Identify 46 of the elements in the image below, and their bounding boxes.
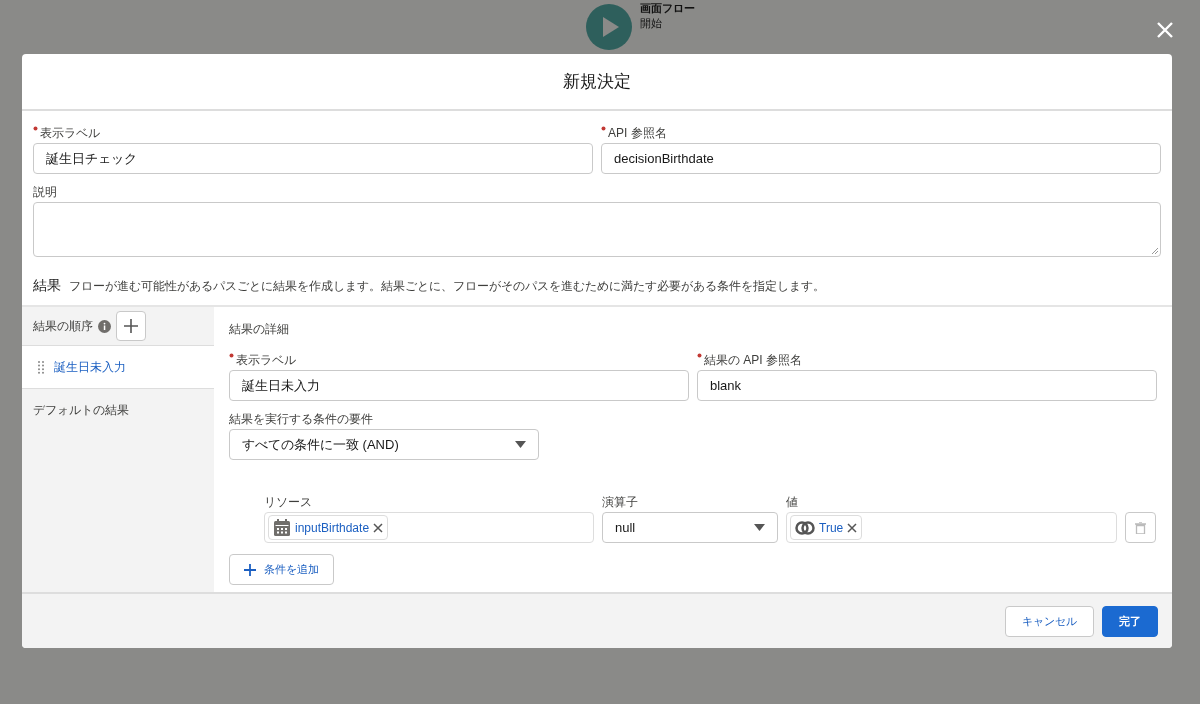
footer-button[interactable]: キャンセル: [1005, 605, 1094, 637]
text-input[interactable]: blank: [697, 370, 1157, 401]
operator-dropdown[interactable]: null: [602, 512, 778, 543]
section-title: 結果: [33, 277, 61, 295]
field-label: 説明: [33, 184, 57, 201]
drag-handle-icon[interactable]: [38, 360, 44, 374]
value-field[interactable]: True: [786, 512, 1117, 543]
calendar-icon: [273, 518, 291, 537]
modal-title: 新規決定: [563, 71, 631, 93]
field-label: 値: [786, 494, 798, 511]
detail-title: 結果の詳細: [229, 321, 290, 338]
sidebar-header: 結果の順序: [33, 317, 93, 335]
delete-button[interactable]: [1125, 512, 1156, 543]
play-icon: [585, 4, 632, 50]
field-label: 結果を実行する条件の要件: [229, 411, 373, 428]
resource-pill[interactable]: inputBirthdate: [268, 515, 389, 540]
outcome-item[interactable]: 誕生日未入力: [22, 346, 214, 389]
plus-icon: [244, 563, 256, 576]
trash-icon: [1135, 521, 1146, 534]
remove-icon[interactable]: [847, 522, 858, 533]
text-input[interactable]: 誕生日チェック: [33, 143, 593, 174]
node-title: 画面フロー: [639, 1, 695, 16]
section-help-text: フローが進む可能性があるパスごとに結果を作成します。結果ごとに、フローがそのパスを進むために満たす必要がある条件を指定します。: [69, 278, 825, 295]
add-condition-button[interactable]: 条件を追加: [229, 554, 334, 585]
field-label: 演算子: [602, 494, 638, 511]
value-pill[interactable]: True: [790, 515, 863, 540]
plus-icon: [124, 319, 138, 333]
close-icon[interactable]: [1156, 21, 1174, 39]
resize-handle-icon[interactable]: [1151, 247, 1158, 254]
caret-icon: [515, 441, 526, 448]
caret-icon: [754, 524, 765, 531]
field-label: API 参照名: [608, 125, 667, 142]
field-label: リソース: [264, 494, 312, 511]
field-label: 結果の API 参照名: [704, 352, 802, 369]
text-input[interactable]: decisionBirthdate: [601, 143, 1161, 174]
footer-button[interactable]: 完了: [1102, 605, 1158, 637]
resource-field[interactable]: inputBirthdate: [264, 512, 594, 543]
field-label: 表示ラベル: [236, 352, 296, 369]
remove-icon[interactable]: [373, 522, 384, 533]
info-icon[interactable]: [98, 319, 111, 333]
add-outcome-button[interactable]: [116, 311, 146, 341]
outcome-item[interactable]: デフォルトの結果: [22, 389, 214, 431]
node-subtitle: 開始: [639, 16, 663, 31]
field-label: 表示ラベル: [40, 125, 100, 142]
requirement-dropdown[interactable]: すべての条件に一致 (AND): [229, 429, 539, 460]
text-input[interactable]: 誕生日未入力: [229, 370, 689, 401]
